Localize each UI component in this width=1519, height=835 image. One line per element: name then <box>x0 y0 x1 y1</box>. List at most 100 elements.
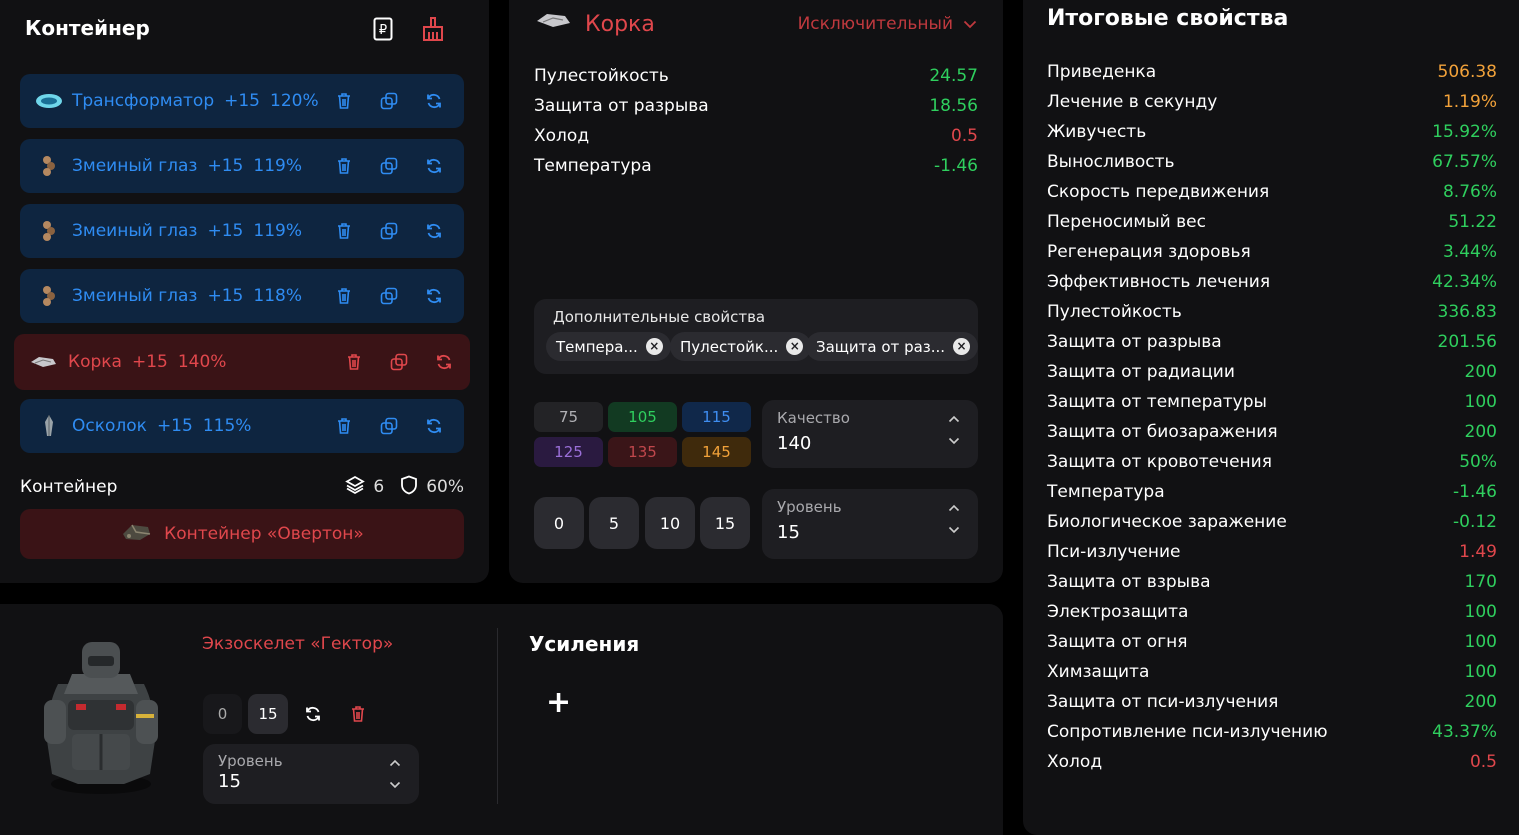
broom-clear-icon[interactable] <box>422 17 444 41</box>
artifact-row[interactable]: Змеиный глаз +15 119% <box>20 139 464 193</box>
refresh-icon[interactable] <box>422 415 445 438</box>
delete-icon[interactable] <box>332 415 355 438</box>
quality-preset-button[interactable]: 125 <box>534 437 603 467</box>
refresh-icon[interactable] <box>432 351 455 374</box>
container-select-button[interactable]: Контейнер «Овертон» <box>20 509 464 559</box>
property-label: Пулестойкость <box>534 66 669 86</box>
delete-icon[interactable] <box>332 90 355 113</box>
artifact-level: +15 <box>131 352 168 372</box>
rarity-select[interactable]: Исключительный <box>798 14 977 34</box>
totals-title: Итоговые свойства <box>1047 6 1289 31</box>
quality-preset-button[interactable]: 145 <box>682 437 751 467</box>
artifact-panel: Корка Исключительный Пулестойкость 24.57… <box>509 0 1003 583</box>
copy-icon[interactable] <box>377 285 400 308</box>
chevron-down-icon[interactable] <box>948 434 960 448</box>
delete-icon[interactable] <box>342 351 365 374</box>
total-property-label: Выносливость <box>1047 152 1175 172</box>
chevron-down-icon[interactable] <box>948 523 960 537</box>
quality-label: Качество <box>777 409 850 427</box>
ruble-receipt-icon[interactable]: ₽ <box>372 17 394 41</box>
quality-preset-button[interactable]: 105 <box>608 402 677 432</box>
quality-preset-button[interactable]: 75 <box>534 402 603 432</box>
armor-level-select[interactable]: Уровень 15 <box>203 744 419 804</box>
artifact-name: Змеиный глаз <box>72 221 198 241</box>
artifact-row[interactable]: Змеиный глаз +15 118% <box>20 269 464 323</box>
refresh-icon[interactable] <box>300 694 326 734</box>
total-property-label: Лечение в секунду <box>1047 92 1218 112</box>
delete-icon[interactable] <box>332 285 355 308</box>
artifact-title: Корка <box>585 11 655 37</box>
total-property-row: Защита от кровотечения 50% <box>1047 451 1497 473</box>
level-select[interactable]: Уровень 15 <box>762 489 978 559</box>
exoskeleton-image <box>38 634 164 798</box>
total-property-value: 3.44% <box>1442 242 1497 262</box>
level-preset-button[interactable]: 15 <box>700 497 750 549</box>
quality-preset-button[interactable]: 135 <box>608 437 677 467</box>
refresh-icon[interactable] <box>422 155 445 178</box>
total-property-row: Эффективность лечения 42.34% <box>1047 271 1497 293</box>
chevron-up-icon[interactable] <box>948 501 960 515</box>
armor-name: Экзоскелет «Гектор» <box>202 634 394 654</box>
container-name: Контейнер «Овертон» <box>164 524 364 544</box>
property-chip[interactable]: Темпера... × <box>546 332 671 361</box>
container-slots: 6 <box>373 477 385 497</box>
copy-icon[interactable] <box>377 220 400 243</box>
chevron-up-icon[interactable] <box>389 756 401 770</box>
refresh-icon[interactable] <box>422 90 445 113</box>
quality-presets: 75 105 115 125 135 145 <box>534 402 751 467</box>
artifact-property: Защита от разрыва 18.56 <box>534 96 978 116</box>
total-property-value: 42.34% <box>1432 272 1497 292</box>
artifact-level: +15 <box>156 416 193 436</box>
copy-icon[interactable] <box>377 155 400 178</box>
total-property-label: Защита от взрыва <box>1047 572 1211 592</box>
crust-artifact-icon <box>28 350 58 374</box>
total-property-row: Защита от температуры 100 <box>1047 391 1497 413</box>
total-property-label: Защита от кровотечения <box>1047 452 1272 472</box>
level-preset-button[interactable]: 10 <box>645 497 695 549</box>
refresh-icon[interactable] <box>422 285 445 308</box>
artifact-row[interactable]: Осколок +15 115% <box>20 399 464 453</box>
chevron-down-icon[interactable] <box>389 778 401 792</box>
close-icon[interactable]: × <box>953 338 971 355</box>
copy-icon[interactable] <box>377 90 400 113</box>
total-property-row: Защита от радиации 200 <box>1047 361 1497 383</box>
total-property-row: Живучесть 15.92% <box>1047 121 1497 143</box>
divider <box>497 628 498 804</box>
artifact-row[interactable]: Змеиный глаз +15 119% <box>20 204 464 258</box>
artifact-row-selected[interactable]: Корка +15 140% <box>14 334 470 390</box>
level-preset-button[interactable]: 5 <box>589 497 639 549</box>
total-property-row: Выносливость 67.57% <box>1047 151 1497 173</box>
property-value: -1.46 <box>934 156 978 176</box>
level-preset-button[interactable]: 0 <box>534 497 584 549</box>
quality-preset-button[interactable]: 115 <box>682 402 751 432</box>
total-property-label: Биологическое заражение <box>1047 512 1287 532</box>
copy-icon[interactable] <box>387 351 410 374</box>
crust-artifact-icon <box>535 10 571 38</box>
artifact-level: +15 <box>207 156 244 176</box>
close-icon[interactable]: × <box>786 338 804 355</box>
chevron-up-icon[interactable] <box>948 412 960 426</box>
container-footer: Контейнер 6 60% <box>20 474 464 500</box>
close-icon[interactable]: × <box>645 338 663 355</box>
layers-icon <box>345 475 366 500</box>
artifact-row[interactable]: Трансформатор +15 120% <box>20 74 464 128</box>
container-title: Контейнер <box>25 16 150 40</box>
delete-icon[interactable] <box>332 220 355 243</box>
total-property-row: Пси-излучение 1.49 <box>1047 541 1497 563</box>
refresh-icon[interactable] <box>422 220 445 243</box>
copy-icon[interactable] <box>377 415 400 438</box>
total-property-value: 50% <box>1459 452 1497 472</box>
property-chip[interactable]: Защита от раз... × <box>806 332 979 361</box>
add-boost-button[interactable]: + <box>546 688 571 718</box>
property-chip[interactable]: Пулестойк... × <box>670 332 812 361</box>
level-min-button[interactable]: 0 <box>203 694 242 734</box>
total-property-row: Защита от взрыва 170 <box>1047 571 1497 593</box>
delete-icon[interactable] <box>332 155 355 178</box>
total-property-row: Приведенка 506.38 <box>1047 61 1497 83</box>
quality-select[interactable]: Качество 140 <box>762 400 978 468</box>
total-property-label: Защита от разрыва <box>1047 332 1222 352</box>
level-max-button[interactable]: 15 <box>248 694 288 734</box>
total-property-row: Защита от огня 100 <box>1047 631 1497 653</box>
total-property-label: Холод <box>1047 752 1103 772</box>
delete-icon[interactable] <box>346 694 370 734</box>
